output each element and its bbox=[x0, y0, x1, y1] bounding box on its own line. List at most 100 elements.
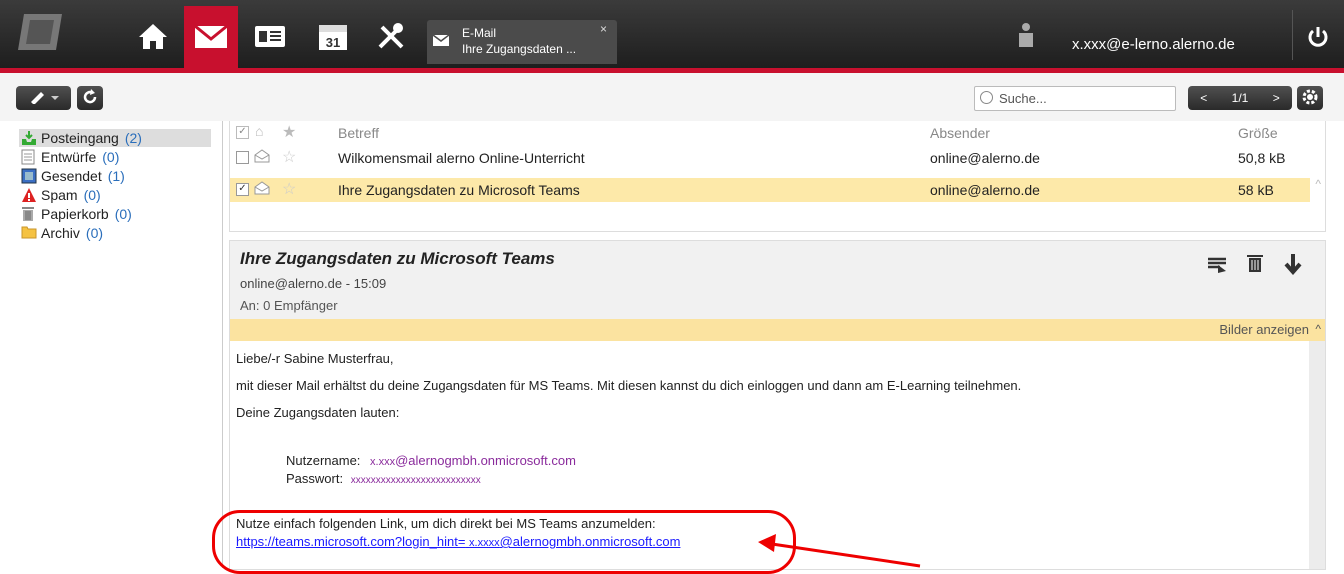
calendar-icon[interactable]: 31 bbox=[308, 10, 358, 62]
envelope-open-icon bbox=[254, 149, 270, 166]
search-placeholder: Suche... bbox=[999, 91, 1047, 106]
user-icon[interactable] bbox=[1018, 22, 1034, 51]
folder-label: Spam bbox=[41, 187, 78, 203]
forward-icon[interactable] bbox=[1206, 255, 1228, 276]
folder-label: Posteingang bbox=[41, 130, 119, 146]
row-checkbox[interactable]: ✓ bbox=[236, 183, 249, 196]
power-icon[interactable] bbox=[1307, 25, 1329, 52]
prev-page-button[interactable]: < bbox=[1200, 91, 1207, 105]
tab-title: E-Mail bbox=[462, 26, 497, 40]
annotation-highlight bbox=[212, 510, 796, 574]
app-logo[interactable] bbox=[16, 10, 66, 54]
mail-icon[interactable] bbox=[184, 6, 238, 68]
download-icon[interactable] bbox=[1284, 253, 1302, 278]
row-size: 50,8 kB bbox=[1238, 150, 1286, 166]
folder-count: (0) bbox=[102, 149, 120, 165]
folder-count: (0) bbox=[114, 206, 132, 222]
image-warning-bar: Bilder anzeigen bbox=[230, 319, 1325, 341]
row-checkbox[interactable] bbox=[236, 151, 249, 164]
tab-email[interactable]: E-Mail Ihre Zugangsdaten ... × bbox=[427, 20, 617, 64]
document-icon bbox=[21, 149, 37, 165]
folder-sidebar: Posteingang (2) Entwürfe (0) Gesendet (1… bbox=[17, 121, 223, 568]
username-prefix: x.xxx bbox=[370, 456, 396, 468]
envelope-icon bbox=[432, 34, 450, 49]
trash-icon bbox=[21, 206, 37, 222]
username-line: Nutzername: x.xxx@alernogmbh.onmicrosoft… bbox=[286, 453, 576, 468]
user-email[interactable]: x.xxx@e-lerno.alerno.de bbox=[1072, 36, 1235, 53]
list-header: ✓ ⌂ ★ Betreff Absender Größe bbox=[230, 121, 1325, 145]
body-line: Deine Zugangsdaten lauten: bbox=[236, 405, 400, 420]
folder-drafts[interactable]: Entwürfe (0) bbox=[21, 148, 209, 166]
envelope-open-icon bbox=[254, 181, 270, 198]
star-icon[interactable]: ☆ bbox=[282, 179, 296, 199]
table-row-selected[interactable]: ✓ ☆ Ihre Zugangsdaten zu Microsoft Teams… bbox=[230, 178, 1310, 202]
password-line: Passwort: xxxxxxxxxxxxxxxxxxxxxxxxxx bbox=[286, 471, 481, 486]
star-icon: ★ bbox=[282, 124, 297, 141]
refresh-button[interactable] bbox=[77, 86, 103, 110]
username-label: Nutzername: bbox=[286, 453, 361, 468]
show-images-link[interactable]: Bilder anzeigen bbox=[1219, 322, 1309, 337]
scroll-up-icon[interactable]: ^ bbox=[1315, 322, 1321, 336]
contacts-icon[interactable] bbox=[245, 10, 295, 62]
table-row[interactable]: ☆ Wilkomensmail alerno Online-Unterricht… bbox=[230, 146, 1310, 170]
message-subject: Ihre Zugangsdaten zu Microsoft Teams bbox=[240, 249, 555, 268]
password-label: Passwort: bbox=[286, 471, 344, 486]
scroll-up-icon[interactable]: ^ bbox=[1315, 177, 1321, 191]
tab-close-button[interactable]: × bbox=[600, 22, 607, 36]
read-status-icon: ⌂ bbox=[255, 123, 264, 139]
folder-count: (0) bbox=[83, 187, 101, 203]
warning-icon bbox=[21, 187, 37, 203]
scrollbar[interactable] bbox=[1309, 341, 1325, 569]
folder-spam[interactable]: Spam (0) bbox=[21, 186, 209, 204]
folder-count: (1) bbox=[107, 168, 125, 184]
select-all-checkbox[interactable]: ✓ bbox=[236, 126, 249, 139]
folder-label: Papierkorb bbox=[41, 206, 109, 222]
search-input[interactable]: Suche... bbox=[974, 86, 1176, 111]
username-domain: @alernogmbh.onmicrosoft.com bbox=[395, 453, 576, 468]
home-icon[interactable] bbox=[128, 10, 178, 62]
row-sender: online@alerno.de bbox=[930, 150, 1040, 166]
top-bar: 31 E-Mail Ihre Zugangsdaten ... × x.xxx@… bbox=[0, 0, 1344, 73]
refresh-icon bbox=[82, 88, 98, 108]
toolbar: Suche... < 1/1 > bbox=[0, 73, 1344, 121]
delete-icon[interactable] bbox=[1246, 253, 1264, 276]
body-line: mit dieser Mail erhältst du deine Zugang… bbox=[236, 378, 1022, 393]
password-value: xxxxxxxxxxxxxxxxxxxxxxxxxx bbox=[350, 475, 481, 486]
tools-icon[interactable] bbox=[366, 10, 416, 62]
next-page-button[interactable]: > bbox=[1273, 91, 1280, 105]
tab-subtitle: Ihre Zugangsdaten ... bbox=[462, 42, 577, 56]
message-recipients[interactable]: An: 0 Empfänger bbox=[240, 298, 338, 313]
pencil-icon bbox=[29, 90, 59, 107]
message-from: online@alerno.de - 15:09 bbox=[240, 276, 387, 291]
folder-count: (0) bbox=[85, 225, 104, 241]
greeting: Liebe/-r Sabine Musterfrau, bbox=[236, 351, 394, 366]
column-subject[interactable]: Betreff bbox=[338, 125, 379, 141]
gear-icon bbox=[1302, 89, 1318, 108]
column-sender[interactable]: Absender bbox=[930, 125, 990, 141]
message-list: ✓ ⌂ ★ Betreff Absender Größe ☆ Wilkomens… bbox=[229, 121, 1326, 232]
divider bbox=[1292, 10, 1293, 60]
folder-icon bbox=[21, 225, 37, 241]
column-size[interactable]: Größe bbox=[1238, 125, 1278, 141]
svg-text:31: 31 bbox=[326, 35, 340, 50]
folder-count: (2) bbox=[124, 130, 142, 146]
inbox-icon bbox=[21, 130, 37, 146]
star-icon[interactable]: ☆ bbox=[282, 147, 296, 167]
row-size: 58 kB bbox=[1238, 182, 1274, 198]
search-icon bbox=[980, 91, 993, 104]
settings-button[interactable] bbox=[1297, 86, 1323, 110]
compose-button[interactable] bbox=[16, 86, 71, 110]
message-header: Ihre Zugangsdaten zu Microsoft Teams onl… bbox=[230, 241, 1325, 319]
folder-label: Entwürfe bbox=[41, 149, 97, 165]
folder-sent[interactable]: Gesendet (1) bbox=[21, 167, 209, 185]
folder-label: Archiv bbox=[41, 225, 80, 241]
folder-inbox[interactable]: Posteingang (2) bbox=[19, 129, 211, 147]
annotation-arrow-icon bbox=[758, 534, 921, 568]
row-subject: Wilkomensmail alerno Online-Unterricht bbox=[338, 150, 585, 166]
folder-archive[interactable]: Archiv (0) bbox=[21, 224, 209, 242]
row-sender: online@alerno.de bbox=[930, 182, 1040, 198]
sent-icon bbox=[21, 168, 37, 184]
folder-label: Gesendet bbox=[41, 168, 102, 184]
row-subject: Ihre Zugangsdaten zu Microsoft Teams bbox=[338, 182, 580, 198]
folder-trash[interactable]: Papierkorb (0) bbox=[21, 205, 209, 223]
